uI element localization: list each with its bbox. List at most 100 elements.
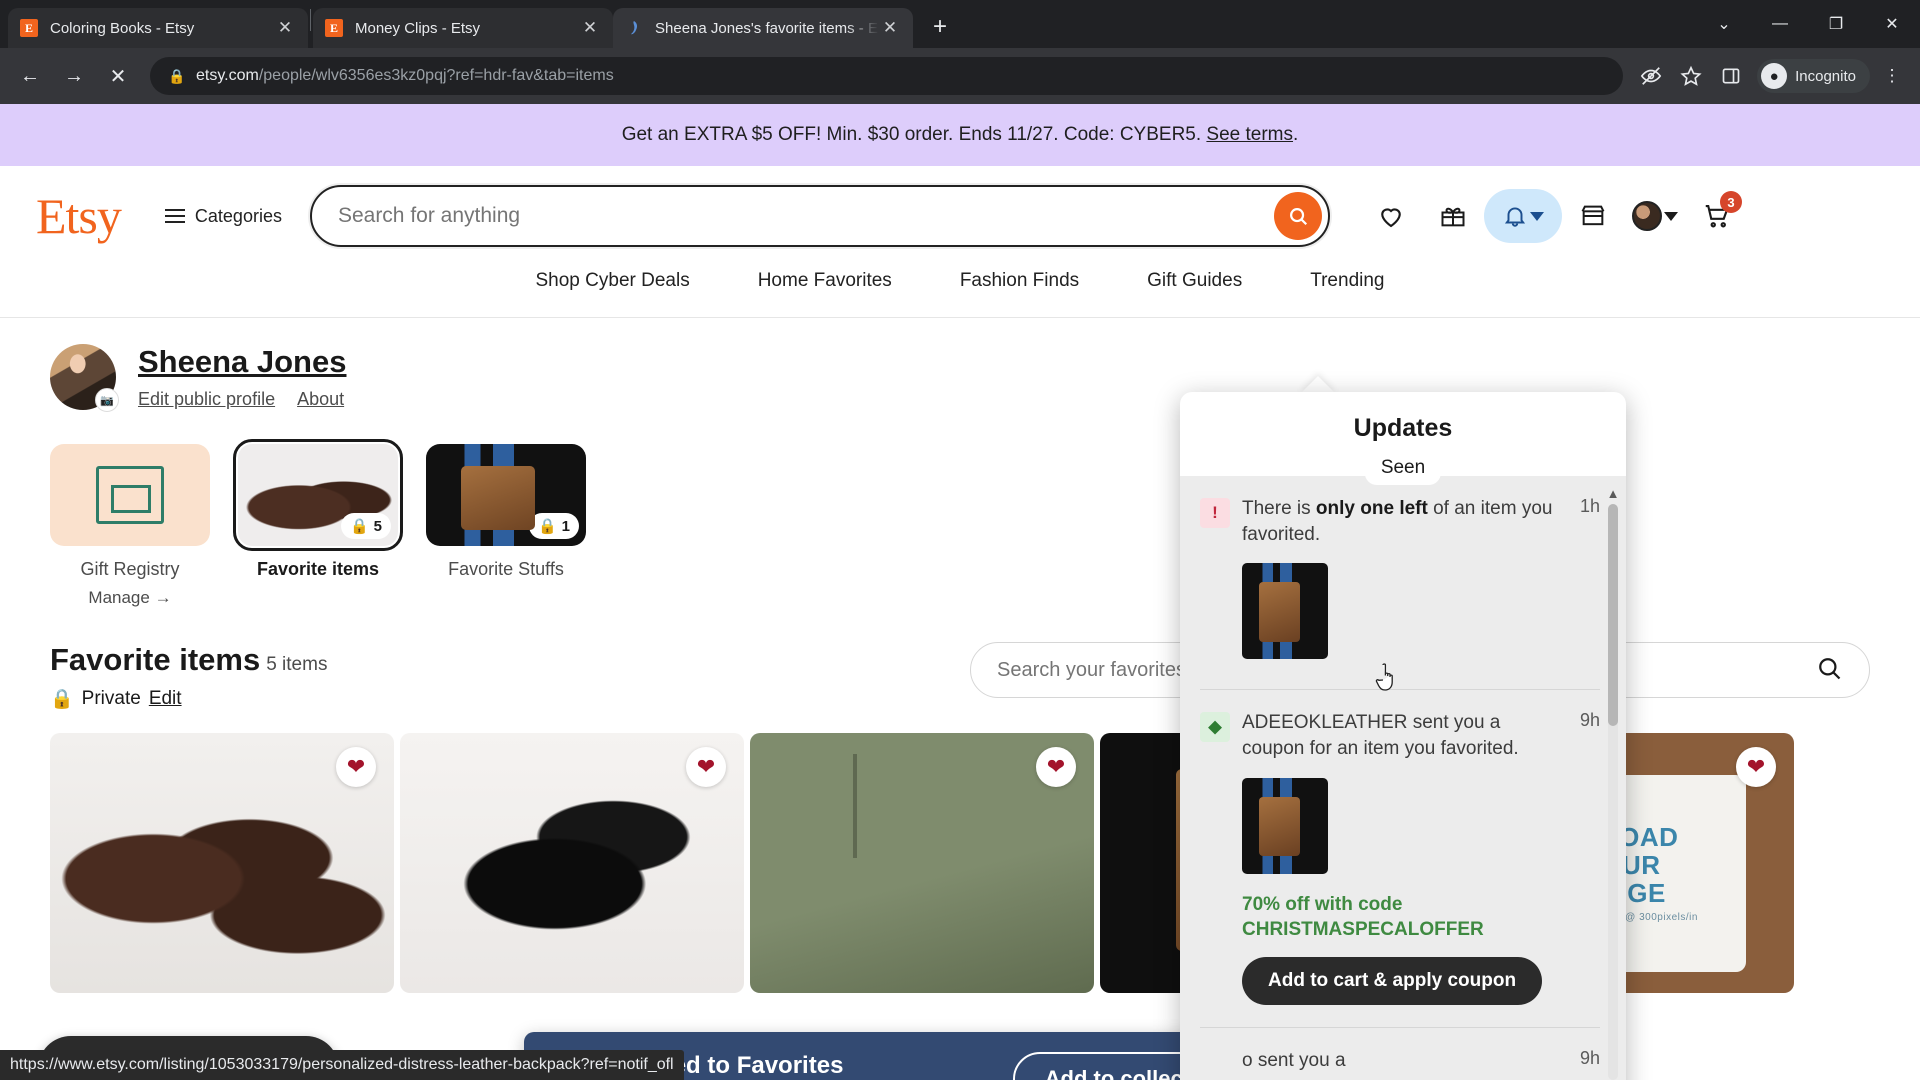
cart-icon[interactable]: 3 — [1686, 189, 1748, 243]
favorites-count: 5 items — [266, 654, 328, 675]
browser-tab[interactable]: E Coloring Books - Etsy ✕ — [8, 8, 308, 48]
forward-icon[interactable]: → — [54, 56, 94, 96]
seen-label: Seen — [1364, 457, 1442, 485]
browser-window: E Coloring Books - Etsy ✕ E Money Clips … — [0, 0, 1920, 1080]
favorite-card[interactable]: ❤ — [50, 733, 394, 993]
minimize-icon[interactable]: — — [1752, 1, 1808, 47]
search-icon[interactable] — [1815, 654, 1843, 687]
maximize-icon[interactable]: ❐ — [1808, 1, 1864, 47]
categories-button[interactable]: Categories — [164, 205, 282, 227]
update-time: 9h — [1579, 1047, 1600, 1068]
collections-strip: Gift Registry Manage → 🔒 5 Favorite item… — [0, 410, 1920, 608]
heart-icon[interactable]: ❤ — [1036, 747, 1076, 787]
favorite-stuffs-thumbnail: 🔒 1 — [426, 444, 586, 546]
update-item[interactable]: ◆ ADEEOKLEATHER sent you a coupon for an… — [1180, 690, 1626, 761]
update-text: o sent you a — [1242, 1049, 1346, 1071]
updates-scrollbar[interactable]: ▲ ▼ — [1606, 486, 1620, 1080]
close-icon[interactable]: ✕ — [579, 17, 601, 39]
address-bar[interactable]: 🔒 etsy.com/people/wlv6356es3kz0pqj?ref=h… — [150, 57, 1624, 95]
promo-banner: Get an EXTRA $5 OFF! Min. $30 order. End… — [0, 104, 1920, 166]
update-item[interactable]: ! There is only one left of an item you … — [1180, 476, 1626, 547]
collection-favorite-items[interactable]: 🔒 5 Favorite items — [233, 439, 403, 608]
url-text: etsy.com/people/wlv6356es3kz0pqj?ref=hdr… — [196, 67, 614, 85]
close-icon[interactable]: ✕ — [274, 17, 296, 39]
heart-icon[interactable]: ❤ — [336, 747, 376, 787]
page-title[interactable]: Sheena Jones — [138, 344, 346, 380]
avatar[interactable] — [1624, 189, 1686, 243]
close-icon[interactable]: ✕ — [879, 17, 901, 39]
camera-icon[interactable]: 📷 — [95, 388, 119, 412]
see-terms-link[interactable]: See terms — [1206, 124, 1293, 146]
collection-label: Gift Registry — [80, 559, 180, 579]
categories-label: Categories — [194, 205, 282, 226]
incognito-icon: ● — [1761, 63, 1788, 89]
subnav-item-gift-guides[interactable]: Gift Guides — [1147, 270, 1242, 292]
browser-tab-active[interactable]: Sheena Jones's favorite items - E ✕ — [613, 8, 913, 48]
add-to-cart-apply-coupon-button[interactable]: Add to cart & apply coupon — [1242, 956, 1543, 1005]
collection-count: 1 — [561, 517, 570, 535]
page-content: Get an EXTRA $5 OFF! Min. $30 order. End… — [0, 104, 1920, 1080]
browser-toolbar: ← → ✕ 🔒 etsy.com/people/wlv6356es3kz0pqj… — [0, 48, 1920, 104]
eye-slash-icon[interactable] — [1633, 58, 1669, 94]
search-icon[interactable] — [1273, 192, 1322, 240]
profile-photo-wrapper[interactable]: 📷 — [50, 344, 119, 412]
shop-icon[interactable] — [1562, 189, 1624, 243]
favorites-header: Favorite items 5 items 🔒 Private Edit — [0, 608, 1920, 711]
gift-registry-thumbnail — [50, 444, 210, 546]
incognito-label: Incognito — [1795, 67, 1856, 85]
heart-icon[interactable] — [1360, 189, 1422, 243]
back-icon[interactable]: ← — [10, 56, 50, 96]
scroll-up-icon[interactable]: ▲ — [1606, 486, 1620, 501]
update-thumbnail[interactable] — [1242, 777, 1328, 874]
scrollbar-thumb[interactable] — [1608, 504, 1618, 726]
avatar-image — [1631, 201, 1662, 231]
lock-icon: 🔒 — [50, 689, 74, 710]
subnav-item-shop-cyber-deals[interactable]: Shop Cyber Deals — [536, 270, 690, 292]
updates-title: Updates — [1353, 414, 1453, 442]
etsy-favicon: E — [325, 19, 343, 37]
favorite-card[interactable]: ❤ — [400, 733, 744, 993]
updates-list[interactable]: ! There is only one left of an item you … — [1180, 476, 1626, 1080]
tab-search-icon[interactable]: ⌄ — [1696, 1, 1752, 47]
close-window-icon[interactable]: ✕ — [1864, 1, 1920, 47]
privacy-count-badge: 🔒 5 — [340, 513, 391, 539]
category-subnav: Shop Cyber Deals Home Favorites Fashion … — [0, 266, 1920, 318]
heart-icon[interactable]: ❤ — [1736, 747, 1776, 787]
star-icon[interactable] — [1673, 58, 1709, 94]
update-time: 1h — [1579, 496, 1600, 516]
collection-gift-registry[interactable]: Gift Registry Manage → — [50, 444, 210, 608]
url-path: /people/wlv6356es3kz0pqj?ref=hdr-fav&tab… — [258, 67, 614, 84]
updates-dropdown: Updates Seen ! There is only one left of… — [1180, 392, 1626, 1080]
incognito-indicator[interactable]: ● Incognito — [1757, 59, 1870, 93]
three-dot-menu-icon[interactable]: ⋮ — [1874, 58, 1910, 94]
etsy-logo[interactable]: Etsy — [36, 191, 122, 241]
favorites-title: Favorite items — [50, 642, 261, 677]
collection-favorite-stuffs[interactable]: 🔒 1 Favorite Stuffs — [426, 444, 586, 608]
favorites-privacy-row: 🔒 Private Edit — [50, 687, 327, 711]
stop-loading-icon[interactable]: ✕ — [98, 56, 138, 96]
favorite-items-thumbnail: 🔒 5 — [233, 439, 403, 551]
new-tab-button[interactable]: + — [923, 10, 957, 44]
manage-link[interactable]: Manage → — [50, 588, 210, 608]
chevron-down-icon[interactable] — [1529, 211, 1544, 221]
bell-icon[interactable] — [1483, 189, 1562, 243]
side-panel-icon[interactable] — [1713, 58, 1749, 94]
subnav-item-fashion-finds[interactable]: Fashion Finds — [960, 270, 1079, 292]
about-link[interactable]: About — [297, 389, 344, 410]
subnav-item-home-favorites[interactable]: Home Favorites — [758, 270, 892, 292]
update-thumbnail[interactable] — [1242, 563, 1328, 660]
favorite-card[interactable]: ❤ — [750, 733, 1094, 993]
search-input[interactable] — [337, 204, 1274, 228]
edit-privacy-link[interactable]: Edit — [149, 688, 182, 710]
gift-icon[interactable] — [1422, 189, 1484, 243]
update-item[interactable]: ◆ o sent you a 9h — [1180, 1028, 1626, 1080]
heart-icon[interactable]: ❤ — [686, 747, 726, 787]
edit-public-profile-link[interactable]: Edit public profile — [138, 389, 275, 410]
update-text: There is only one left of an item you fa… — [1242, 496, 1558, 547]
chevron-down-icon[interactable] — [1663, 211, 1678, 221]
hamburger-icon — [164, 209, 185, 223]
etsy-header: Etsy Categories Search for anything 3 — [0, 166, 1920, 266]
browser-tab[interactable]: E Money Clips - Etsy ✕ — [313, 8, 613, 48]
search-bar[interactable] — [309, 185, 1330, 247]
subnav-item-trending[interactable]: Trending — [1310, 270, 1384, 292]
